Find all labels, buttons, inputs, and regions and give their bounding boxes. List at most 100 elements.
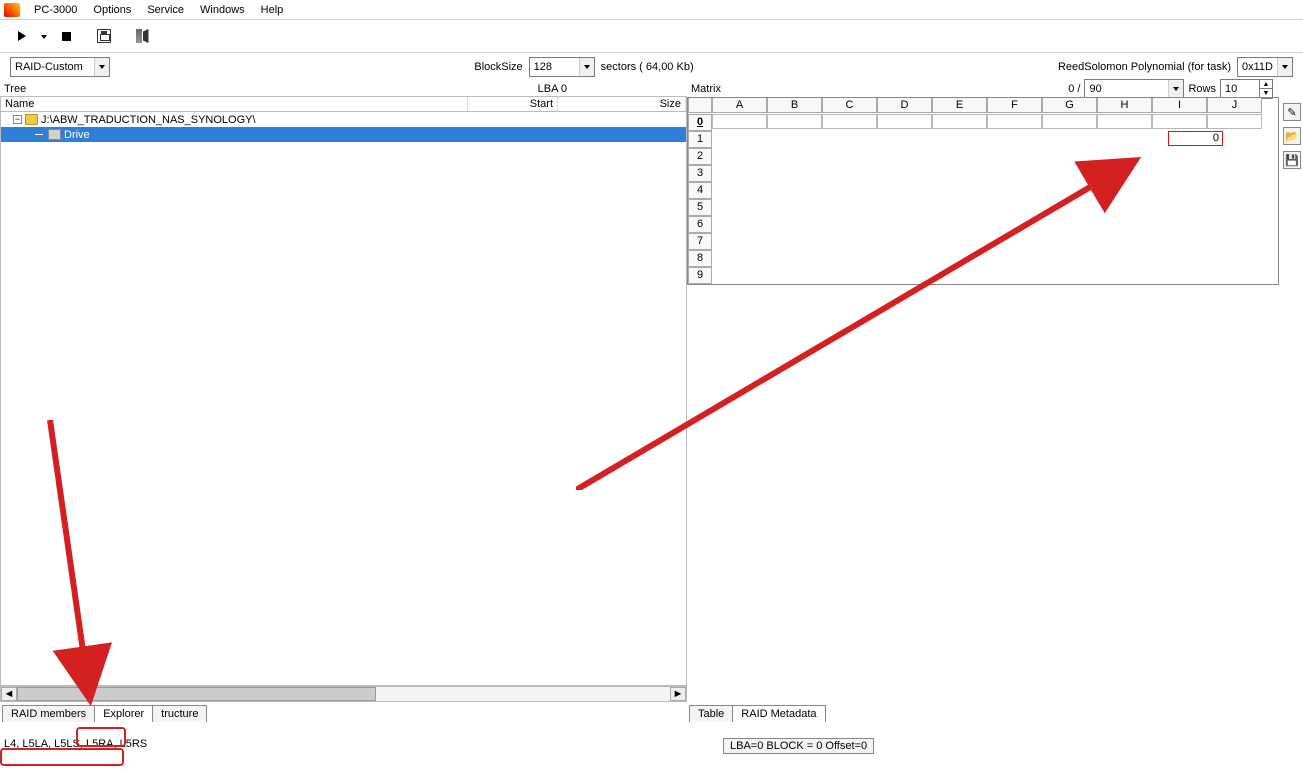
stop-button[interactable] (54, 24, 78, 48)
tab-raid-metadata[interactable]: RAID Metadata (732, 705, 825, 722)
matrix-row-2[interactable]: 2 (688, 148, 1278, 165)
matrix-row-5[interactable]: 5 (688, 199, 1278, 216)
col-name[interactable]: Name (1, 97, 468, 111)
exit-button[interactable] (130, 24, 154, 48)
config-row: RAID-Custom BlockSize 128 sectors ( 64,0… (0, 53, 1303, 81)
right-panel: Matrix 0 / 90 Rows ▲ ▼ A B C (687, 81, 1303, 722)
left-panel: Tree LBA 0 Name Start Size − J:\ABW_TRAD… (0, 81, 687, 722)
matrix-row-7[interactable]: 7 (688, 233, 1278, 250)
status-lba-box: LBA=0 BLOCK = 0 Offset=0 (723, 738, 874, 754)
col-E[interactable]: E (932, 98, 987, 113)
tool-open[interactable]: 📂 (1283, 127, 1301, 145)
scroll-left-button[interactable]: ◄ (1, 687, 17, 701)
col-G[interactable]: G (1042, 98, 1097, 113)
scroll-thumb[interactable] (17, 687, 376, 701)
right-toolbar: ✎ 📂 💾 (1281, 81, 1303, 169)
tree-root-label: J:\ABW_TRADUCTION_NAS_SYNOLOGY\ (41, 114, 256, 126)
tree-connector (35, 134, 43, 135)
status-raid-levels: L4, L5LA, L5LS, L5RA, L5RS (4, 738, 147, 750)
matrix-row-6[interactable]: 6 (688, 216, 1278, 233)
col-I[interactable]: I (1152, 98, 1207, 113)
matrix-position: 0 / (1068, 83, 1080, 95)
col-D[interactable]: D (877, 98, 932, 113)
blocksize-label: BlockSize (474, 61, 522, 73)
matrix-rows-label: Rows (1188, 83, 1216, 95)
tab-explorer[interactable]: Explorer (94, 705, 153, 722)
matrix-max-value: 90 (1089, 83, 1101, 95)
tool-save[interactable]: 💾 (1283, 151, 1301, 169)
blocksize-value: 128 (534, 61, 552, 73)
col-B[interactable]: B (767, 98, 822, 113)
tree-lba: LBA 0 (538, 83, 567, 95)
col-C[interactable]: C (822, 98, 877, 113)
tab-structure[interactable]: tructure (152, 705, 207, 722)
matrix-title: Matrix (691, 83, 721, 95)
exit-icon (136, 29, 149, 43)
spinner-up[interactable]: ▲ (1259, 79, 1273, 89)
scroll-right-button[interactable]: ► (670, 687, 686, 701)
tree-hscroll[interactable]: ◄ ► (0, 686, 687, 702)
status-bar: L4, L5LA, L5LS, L5RA, L5RS LBA=0 BLOCK =… (0, 736, 1303, 772)
col-J[interactable]: J (1207, 98, 1262, 113)
matrix-header: Matrix 0 / 90 Rows ▲ ▼ (687, 81, 1303, 97)
raid-mode-select[interactable]: RAID-Custom (10, 57, 110, 77)
matrix-row-0[interactable]: 0 (688, 114, 1278, 131)
rs-select[interactable]: 0x11D (1237, 57, 1293, 77)
toolbar (0, 20, 1303, 53)
menu-help[interactable]: Help (253, 2, 292, 18)
right-tabs: Table RAID Metadata (687, 702, 1303, 722)
matrix-col-headers: A B C D E F G H I J (687, 97, 1279, 114)
menu-app[interactable]: PC-3000 (26, 2, 85, 18)
scroll-track[interactable] (17, 687, 670, 701)
tree-columns: Name Start Size (0, 96, 687, 112)
matrix-corner (688, 98, 712, 113)
matrix-max-select[interactable]: 90 (1084, 79, 1184, 99)
menu-service[interactable]: Service (139, 2, 192, 18)
play-icon (18, 31, 26, 41)
collapse-icon[interactable]: − (13, 115, 22, 124)
rowhdr-1[interactable]: 1 (688, 131, 712, 148)
rs-value: 0x11D (1242, 61, 1273, 73)
chevron-down-icon (41, 34, 47, 39)
tree-child-label: Drive (64, 129, 90, 141)
col-A[interactable]: A (712, 98, 767, 113)
menu-windows[interactable]: Windows (192, 2, 253, 18)
tab-raid-members[interactable]: RAID members (2, 705, 95, 722)
rowhdr-0[interactable]: 0 (688, 114, 712, 131)
matrix-row-9[interactable]: 9 (688, 267, 1278, 284)
tree-body[interactable]: − J:\ABW_TRADUCTION_NAS_SYNOLOGY\ Drive (0, 112, 687, 686)
matrix-rows-input[interactable] (1220, 79, 1260, 99)
blocksize-select[interactable]: 128 (529, 57, 595, 77)
status-right: LBA=0 BLOCK = 0 Offset=0 (687, 736, 1303, 772)
matrix-body[interactable]: 0 1 0 2 3 4 5 6 7 8 (687, 114, 1279, 285)
play-button[interactable] (10, 24, 34, 48)
status-left: L4, L5LA, L5LS, L5RA, L5RS (0, 736, 687, 772)
menu-options[interactable]: Options (85, 2, 139, 18)
matrix-row-8[interactable]: 8 (688, 250, 1278, 267)
folder-icon (25, 114, 38, 125)
col-start[interactable]: Start (468, 97, 558, 111)
col-size[interactable]: Size (558, 97, 686, 111)
status-lba: LBA=0 BLOCK = 0 Offset=0 (730, 740, 867, 752)
raid-mode-value: RAID-Custom (15, 61, 83, 73)
col-H[interactable]: H (1097, 98, 1152, 113)
chevron-down-icon (579, 58, 594, 76)
col-F[interactable]: F (987, 98, 1042, 113)
tool-new[interactable]: ✎ (1283, 103, 1301, 121)
tree-root-row[interactable]: − J:\ABW_TRADUCTION_NAS_SYNOLOGY\ (1, 112, 686, 127)
play-dropdown[interactable] (38, 24, 50, 48)
tree-child-row[interactable]: Drive (1, 127, 686, 142)
drive-icon (48, 129, 61, 140)
chevron-down-icon (1168, 80, 1183, 98)
tree-title: Tree (4, 83, 26, 95)
menubar: PC-3000 Options Service Windows Help (0, 0, 1303, 20)
tree-header: Tree LBA 0 (0, 81, 687, 96)
matrix-row-3[interactable]: 3 (688, 165, 1278, 182)
matrix-row-1[interactable]: 1 0 (688, 131, 1278, 148)
chevron-down-icon (94, 58, 109, 76)
matrix-row-4[interactable]: 4 (688, 182, 1278, 199)
save-button[interactable] (92, 24, 116, 48)
matrix-redcell[interactable]: 0 (1168, 131, 1223, 146)
chevron-down-icon (1277, 58, 1292, 76)
tab-table[interactable]: Table (689, 705, 733, 722)
